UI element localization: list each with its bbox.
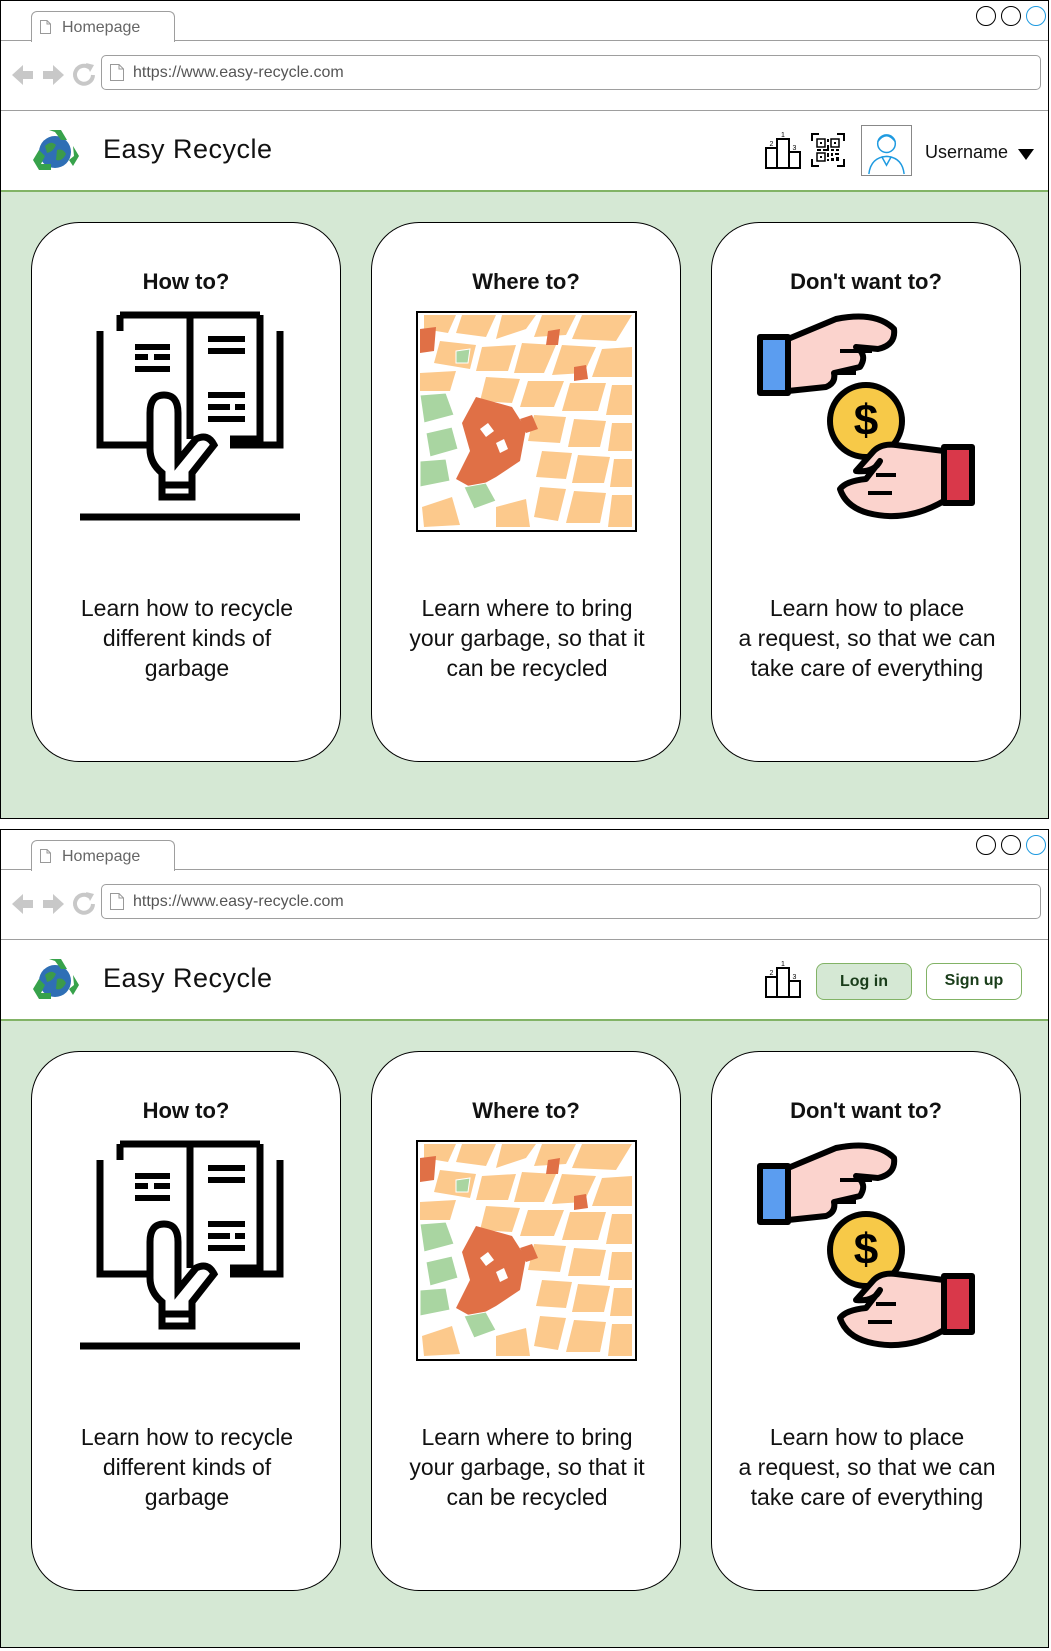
window-maximize-button[interactable]: [1001, 835, 1021, 855]
card-text-line: Learn how to place: [769, 595, 965, 621]
card-title: Don't want to?: [790, 1098, 942, 1123]
card-text-line: take care of everything: [750, 655, 984, 681]
card-text-line: different kinds of: [102, 625, 272, 651]
forward-arrow-icon[interactable]: [43, 65, 64, 85]
reload-icon[interactable]: [73, 892, 95, 915]
map-border: [416, 311, 637, 532]
podium-label-2: 2: [770, 970, 774, 977]
card-description: Learn how to place a request, so that we…: [722, 593, 1012, 683]
card-text-line: garbage: [144, 655, 230, 681]
window-close-button[interactable]: [1026, 835, 1046, 855]
tab-bar: Homepage: [1, 1, 1048, 42]
card-text-line: Learn where to bring: [421, 595, 633, 621]
how-to-card[interactable]: How to? Learn how to recycle different k…: [31, 1051, 341, 1591]
recycle-globe-logo[interactable]: [29, 126, 81, 174]
file-icon: [110, 64, 124, 81]
back-arrow-icon[interactable]: [12, 65, 33, 85]
dont-want-to-card[interactable]: Don't want to? $ Learn how to place a re…: [711, 222, 1021, 762]
window-minimize-button[interactable]: [976, 6, 996, 26]
podium-label-3: 3: [793, 145, 797, 152]
card-title: Where to?: [472, 269, 580, 294]
app-header: Easy Recycle 1 2 3 Username: [1, 111, 1048, 191]
card-description: Learn how to place a request, so that we…: [722, 1422, 1012, 1512]
back-arrow-icon[interactable]: [12, 894, 33, 914]
content-area: How to? Learn how to recycle different k…: [1, 191, 1048, 818]
card-text-line: can be recycled: [446, 1484, 608, 1510]
recycle-globe-logo[interactable]: [29, 955, 81, 1003]
how-to-card[interactable]: How to? Learn how to recycle different k…: [31, 222, 341, 762]
dont-want-to-card[interactable]: Don't want to? $ Learn how to place a re…: [711, 1051, 1021, 1591]
window-maximize-button[interactable]: [1001, 6, 1021, 26]
reload-icon[interactable]: [73, 63, 95, 86]
card-text-line: a request, so that we can: [738, 1454, 996, 1480]
brand-name: Easy Recycle: [103, 134, 273, 164]
url-text: https://www.easy-recycle.com: [133, 893, 344, 910]
where-to-card[interactable]: Where to? Learn where to bring your garb…: [371, 222, 681, 762]
browser-window-logged-out: Homepage https://www.easy-recycle.com Ea…: [0, 829, 1049, 1648]
file-icon: [40, 849, 51, 863]
tab-bar: Homepage: [1, 830, 1048, 871]
card-description: Learn where to bring your garbage, so th…: [382, 1422, 672, 1512]
address-bar[interactable]: https://www.easy-recycle.com: [101, 55, 1041, 90]
card-title: Don't want to?: [790, 269, 942, 294]
card-text-line: Learn how to place: [769, 1424, 965, 1450]
file-icon: [110, 893, 124, 910]
card-text-line: a request, so that we can: [738, 625, 996, 651]
card-title: How to?: [142, 1098, 230, 1123]
dollar-sign: $: [854, 1225, 878, 1274]
browser-window-logged-in: Homepage https://www.easy-recycle.com Ea…: [0, 0, 1049, 819]
browser-tab[interactable]: Homepage: [31, 840, 175, 871]
brand-name: Easy Recycle: [103, 963, 273, 993]
podium-label-2: 2: [770, 141, 774, 148]
app-header: Easy Recycle 1 2 3 Log in Sign up: [1, 940, 1048, 1020]
card-title: How to?: [142, 269, 230, 294]
file-icon: [40, 20, 51, 34]
leaderboard-podium-icon[interactable]: 1 2 3: [764, 131, 802, 169]
url-text: https://www.easy-recycle.com: [133, 64, 344, 81]
username-label[interactable]: Username: [925, 142, 1008, 163]
card-description: Learn how to recycle different kinds of …: [42, 1422, 332, 1512]
where-to-card[interactable]: Where to? Learn where to bring your garb…: [371, 1051, 681, 1591]
podium-label-3: 3: [793, 974, 797, 981]
card-title: Where to?: [472, 1098, 580, 1123]
podium-label-1: 1: [781, 961, 785, 968]
content-area: How to? Learn how to recycle different k…: [1, 1020, 1048, 1647]
card-description: Learn how to recycle different kinds of …: [42, 593, 332, 683]
leaderboard-podium-icon[interactable]: 1 2 3: [764, 960, 802, 998]
window-close-button[interactable]: [1026, 6, 1046, 26]
window-minimize-button[interactable]: [976, 835, 996, 855]
forward-arrow-icon[interactable]: [43, 894, 64, 914]
card-text-line: Learn how to recycle: [80, 1424, 294, 1450]
dropdown-caret-icon[interactable]: [1018, 149, 1034, 160]
dollar-sign: $: [854, 396, 878, 445]
signup-button[interactable]: Sign up: [926, 963, 1022, 1000]
address-row: https://www.easy-recycle.com: [1, 870, 1048, 940]
card-text-line: different kinds of: [102, 1454, 272, 1480]
card-text-line: Learn how to recycle: [80, 595, 294, 621]
money-exchange-icon: $: [757, 1142, 975, 1349]
address-row: https://www.easy-recycle.com: [1, 41, 1048, 111]
qr-code-icon[interactable]: [811, 133, 845, 167]
map-border: [416, 1140, 637, 1361]
card-text-line: your garbage, so that it: [409, 625, 645, 651]
book-hand-icon: [80, 1140, 300, 1350]
card-text-line: garbage: [144, 1484, 230, 1510]
card-text-line: can be recycled: [446, 655, 608, 681]
podium-label-1: 1: [781, 132, 785, 139]
nav-controls: [12, 63, 95, 86]
card-text-line: Learn where to bring: [421, 1424, 633, 1450]
user-avatar-icon: [868, 134, 905, 175]
nav-controls: [12, 892, 95, 915]
browser-tab[interactable]: Homepage: [31, 11, 175, 42]
user-avatar[interactable]: [861, 125, 912, 176]
money-exchange-icon: $: [757, 313, 975, 520]
card-text-line: take care of everything: [750, 1484, 984, 1510]
tab-label: Homepage: [62, 19, 141, 36]
card-text-line: your garbage, so that it: [409, 1454, 645, 1480]
book-hand-icon: [80, 311, 300, 521]
card-description: Learn where to bring your garbage, so th…: [382, 593, 672, 683]
login-button[interactable]: Log in: [816, 963, 912, 1000]
address-bar[interactable]: https://www.easy-recycle.com: [101, 884, 1041, 919]
tab-label: Homepage: [62, 848, 141, 865]
